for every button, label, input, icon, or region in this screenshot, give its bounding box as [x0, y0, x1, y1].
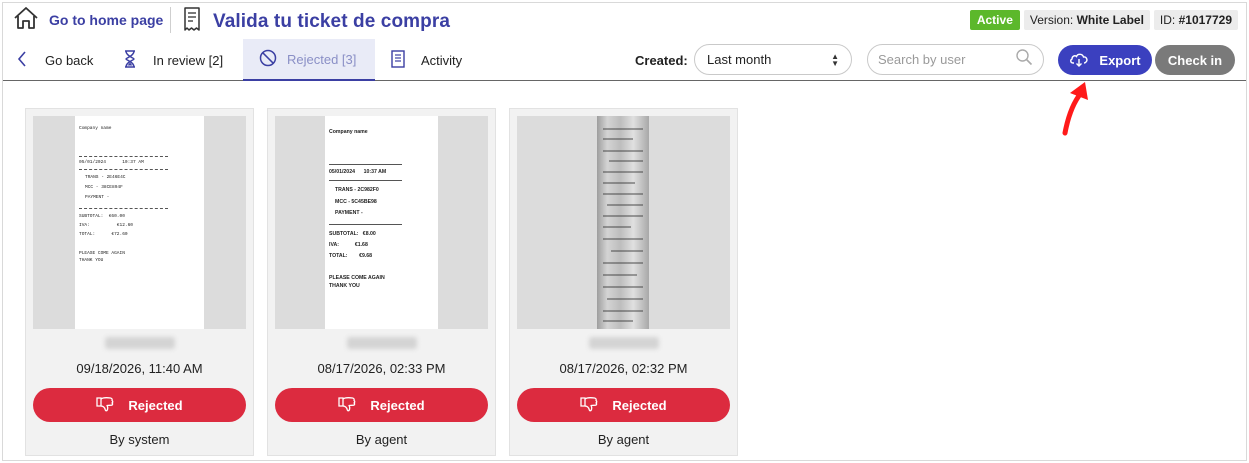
- receipt-icon: [183, 7, 201, 36]
- created-filter-value: Last month: [707, 52, 772, 67]
- blurred-user-name: [588, 337, 659, 349]
- version-badge: Version: White Label: [1023, 10, 1150, 30]
- created-filter-label: Created:: [635, 53, 688, 68]
- receipt-line: PAYMENT -: [335, 210, 363, 216]
- blurred-user-name: [346, 337, 417, 349]
- annotation-arrow-icon: [1062, 82, 1088, 136]
- receipt-line: 05/01/2024 10:37 AM: [79, 160, 144, 165]
- search-icon[interactable]: [1015, 48, 1033, 71]
- receipt-thumbnail[interactable]: [517, 116, 730, 329]
- home-icon: [13, 6, 39, 35]
- receipt-line: Company name: [79, 126, 112, 131]
- ticket-date: 08/17/2026, 02:32 PM: [559, 361, 688, 376]
- id-value: #1017729: [1178, 13, 1232, 27]
- receipt-line: TOTAL: €9.68: [329, 253, 373, 259]
- receipt-image: Company name 05/01/2024 10:37 AM TRANS -…: [325, 116, 438, 329]
- tab-rejected-label: Rejected [3]: [287, 51, 357, 67]
- toolbar: Go back In review [2] Rejected [3] Activ…: [3, 39, 1246, 81]
- thumbs-down-icon: [338, 396, 356, 415]
- thumbs-down-icon: [580, 396, 598, 415]
- thumbs-down-icon: [96, 396, 114, 415]
- tab-in-review-label: In review [2]: [153, 52, 224, 68]
- select-arrows-icon: ▲ ▼: [831, 51, 839, 68]
- version-prefix: Version:: [1029, 13, 1074, 27]
- receipt-line: MCC - 38CE894F: [85, 185, 123, 190]
- id-prefix: ID:: [1159, 13, 1176, 27]
- version-value: White Label: [1076, 13, 1144, 27]
- receipt-line: TRANS - 2E46E4C: [85, 175, 126, 180]
- rejected-by-text: By agent: [355, 432, 408, 447]
- top-header: Go to home page Valida tu ticket de comp…: [3, 3, 1246, 39]
- blurred-user-name: [104, 337, 175, 349]
- go-back-label: Go back: [45, 52, 94, 68]
- app-frame: Go to home page Valida tu ticket de comp…: [2, 2, 1247, 461]
- page-title: Valida tu ticket de compra: [213, 10, 451, 32]
- ban-icon: [259, 49, 277, 70]
- receipt-line: Company name: [329, 129, 368, 135]
- tab-in-review[interactable]: In review [2]: [123, 39, 223, 81]
- rejected-status-label: Rejected: [370, 397, 425, 413]
- receipt-thumbnail[interactable]: Company name 05/01/2024 10:37 AM TRANS -…: [33, 116, 246, 329]
- search-box: [867, 44, 1044, 75]
- home-link[interactable]: Go to home page: [13, 6, 164, 35]
- ticket-card: Company name 05/01/2024 10:37 AM TRANS -…: [25, 108, 254, 456]
- go-back-button[interactable]: Go back: [17, 39, 93, 81]
- rejected-by-text: By system: [109, 432, 170, 447]
- check-in-button[interactable]: Check in: [1155, 45, 1235, 75]
- receipt-line: PLEASE COME AGAIN: [329, 275, 385, 281]
- home-link-label: Go to home page: [49, 12, 164, 28]
- ticket-card: 08/17/2026, 02:32 PM Rejected By agent: [509, 108, 738, 456]
- receipt-line: PAYMENT -: [85, 195, 110, 200]
- id-badge: ID: #1017729: [1153, 10, 1238, 30]
- receipt-line: THANK YOU: [329, 283, 360, 289]
- rejected-by-text: By agent: [597, 432, 650, 447]
- receipt-line: TRANS - 2C982F0: [335, 187, 379, 193]
- ticket-date: 09/18/2026, 11:40 AM: [76, 361, 203, 376]
- hourglass-icon: [123, 49, 137, 71]
- search-input[interactable]: [878, 52, 1008, 67]
- tab-activity[interactable]: Activity: [391, 39, 462, 81]
- export-button[interactable]: Export: [1058, 45, 1152, 75]
- chevron-left-icon: [17, 50, 27, 70]
- tab-activity-label: Activity: [421, 52, 463, 68]
- receipt-line: TOTAL: €72.60: [79, 232, 128, 237]
- cloud-download-icon: [1069, 51, 1089, 70]
- receipt-line: IVA: €12.60: [79, 223, 134, 228]
- document-list-icon: [391, 49, 405, 71]
- header-divider: [170, 7, 171, 33]
- receipt-line: IVA: €1.68: [329, 242, 368, 248]
- rejected-status-label: Rejected: [128, 397, 183, 413]
- receipt-photo: [597, 116, 649, 329]
- receipt-line: MCC - 5C45BE98: [335, 199, 377, 205]
- ticket-date: 08/17/2026, 02:33 PM: [317, 361, 446, 376]
- receipt-line: 05/01/2024 10:37 AM: [329, 169, 387, 175]
- rejected-status-button[interactable]: Rejected: [33, 388, 246, 422]
- rejected-status-label: Rejected: [612, 397, 667, 413]
- receipt-image: Company name 05/01/2024 10:37 AM TRANS -…: [75, 116, 204, 329]
- created-filter-select[interactable]: Last month ▲ ▼: [694, 44, 852, 75]
- receipt-line: PLEASE COME AGAIN: [79, 251, 125, 256]
- receipt-line: THANK YOU: [79, 258, 104, 263]
- ticket-card: Company name 05/01/2024 10:37 AM TRANS -…: [267, 108, 496, 456]
- receipt-thumbnail[interactable]: Company name 05/01/2024 10:37 AM TRANS -…: [275, 116, 488, 329]
- tab-rejected[interactable]: Rejected [3]: [243, 39, 375, 81]
- receipt-line: SUBTOTAL: €8.00: [329, 231, 376, 237]
- status-badge: Active: [969, 10, 1020, 30]
- receipt-line: SUBTOTAL: €60.00: [79, 214, 125, 219]
- export-label: Export: [1099, 52, 1141, 68]
- rejected-status-button[interactable]: Rejected: [275, 388, 488, 422]
- rejected-status-button[interactable]: Rejected: [517, 388, 730, 422]
